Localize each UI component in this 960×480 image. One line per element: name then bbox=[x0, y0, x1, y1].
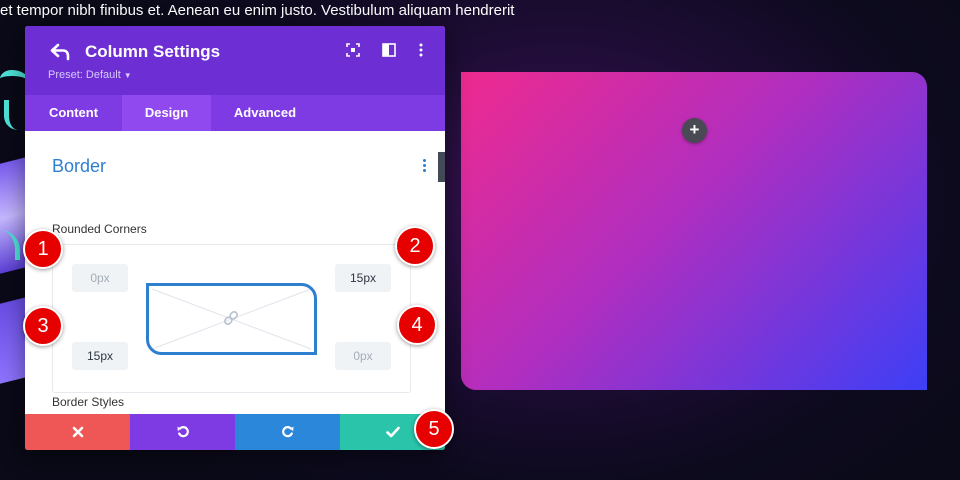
column-settings-modal: Column Settings Preset: Default ▼ Content… bbox=[25, 26, 445, 450]
marker-3: 3 bbox=[23, 306, 63, 346]
preset-dropdown[interactable]: Preset: Default ▼ bbox=[48, 68, 132, 83]
modal-footer bbox=[25, 414, 445, 450]
marker-4: 4 bbox=[397, 305, 437, 345]
close-icon bbox=[72, 426, 83, 438]
preset-label: Preset: Default bbox=[48, 69, 121, 81]
cancel-button[interactable] bbox=[25, 414, 130, 450]
corner-top-right-input[interactable] bbox=[335, 264, 391, 292]
modal-title: Column Settings bbox=[85, 42, 221, 61]
fullscreen-icon[interactable] bbox=[345, 42, 361, 58]
corner-bottom-right-input[interactable] bbox=[335, 342, 391, 370]
marker-1: 1 bbox=[23, 229, 63, 269]
marker-2: 2 bbox=[395, 226, 435, 266]
modal-body: Border Rounded Corners Border Styles bbox=[25, 131, 445, 414]
rounded-corners-control bbox=[52, 244, 411, 393]
section-menu-icon[interactable] bbox=[419, 159, 429, 175]
corner-top-left-input[interactable] bbox=[72, 264, 128, 292]
add-module-button[interactable]: + bbox=[682, 118, 707, 143]
link-corners-icon[interactable] bbox=[222, 309, 240, 327]
modal-tabs: Content Design Advanced bbox=[25, 95, 445, 131]
column-preview-card[interactable]: + bbox=[461, 72, 927, 390]
background-text: et tempor nibh finibus et. Aenean eu eni… bbox=[0, 2, 515, 19]
more-vertical-icon[interactable] bbox=[413, 42, 429, 58]
redo-icon bbox=[281, 426, 293, 438]
tab-content[interactable]: Content bbox=[25, 95, 122, 131]
check-icon bbox=[385, 426, 400, 438]
rounded-corners-label: Rounded Corners bbox=[52, 222, 147, 236]
plus-icon: + bbox=[689, 120, 700, 139]
section-title-border[interactable]: Border bbox=[52, 155, 106, 177]
redo-button[interactable] bbox=[235, 414, 340, 450]
modal-header: Column Settings Preset: Default ▼ bbox=[25, 26, 445, 95]
undo-icon bbox=[177, 426, 189, 438]
undo-button[interactable] bbox=[130, 414, 235, 450]
tab-advanced[interactable]: Advanced bbox=[211, 95, 319, 131]
border-styles-label: Border Styles bbox=[52, 395, 125, 409]
tab-design[interactable]: Design bbox=[122, 95, 211, 131]
marker-5: 5 bbox=[414, 409, 454, 449]
split-view-icon[interactable] bbox=[381, 42, 397, 58]
scrollbar-handle[interactable] bbox=[438, 152, 445, 182]
caret-down-icon: ▼ bbox=[123, 71, 132, 80]
back-icon[interactable] bbox=[49, 40, 73, 64]
corner-bottom-left-input[interactable] bbox=[72, 342, 128, 370]
deco-shape bbox=[4, 100, 22, 130]
